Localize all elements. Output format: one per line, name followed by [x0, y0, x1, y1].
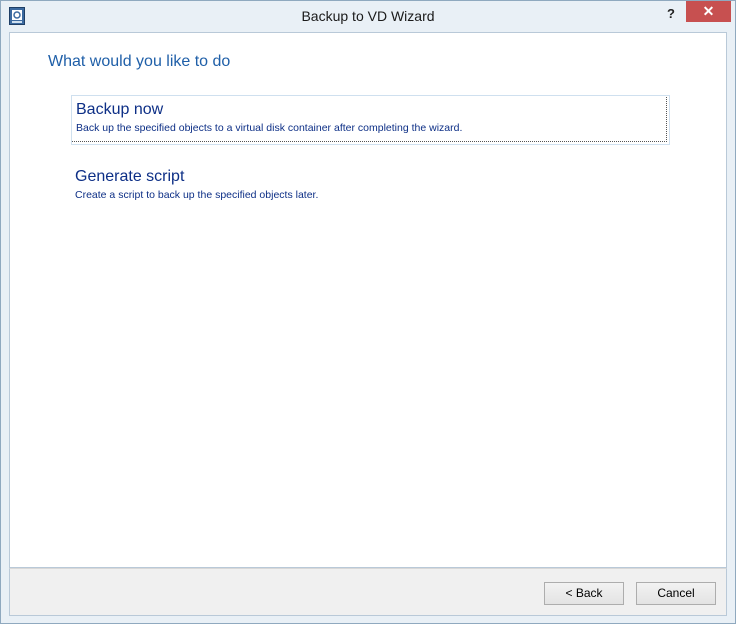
- option-description: Create a script to back up the specified…: [75, 189, 319, 201]
- option-title: Backup now: [76, 101, 164, 118]
- backup-now-option[interactable]: Backup now Back up the specified objects…: [71, 95, 670, 145]
- page-heading: What would you like to do: [48, 53, 231, 70]
- window-title: Backup to VD Wizard: [301, 8, 435, 24]
- close-button[interactable]: ✕: [686, 1, 731, 22]
- title-bar[interactable]: Backup to VD Wizard ? ✕: [1, 1, 735, 32]
- cancel-button[interactable]: Cancel: [636, 582, 716, 605]
- back-button[interactable]: < Back: [544, 582, 624, 605]
- option-description: Back up the specified objects to a virtu…: [76, 122, 463, 134]
- wizard-content: What would you like to do Backup now Bac…: [9, 32, 727, 568]
- wizard-window: Backup to VD Wizard ? ✕ What would you l…: [0, 0, 736, 624]
- help-button[interactable]: ?: [659, 4, 683, 24]
- button-bar: < Back Cancel: [9, 568, 727, 616]
- option-title: Generate script: [75, 168, 185, 185]
- generate-script-option[interactable]: Generate script Create a script to back …: [71, 163, 667, 208]
